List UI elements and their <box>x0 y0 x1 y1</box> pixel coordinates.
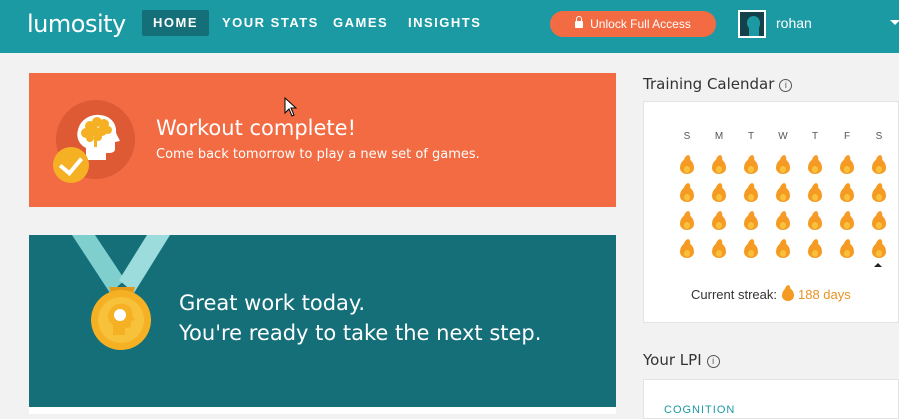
flame-core <box>812 194 818 201</box>
flame-icon[interactable] <box>743 155 759 175</box>
flame-core <box>876 194 882 201</box>
top-navigation-bar: lumosity HOME YOUR STATS GAMES INSIGHTS … <box>0 0 899 53</box>
workout-complete-card: Workout complete! Come back tomorrow to … <box>29 73 616 207</box>
calendar-day-header: T <box>747 131 755 142</box>
flame-icon[interactable] <box>775 239 791 259</box>
flame-icon[interactable] <box>807 239 823 259</box>
flame-icon[interactable] <box>871 239 887 259</box>
flame-icon[interactable] <box>839 155 855 175</box>
checkmark-badge <box>53 147 89 183</box>
calendar-day-header: S <box>875 131 883 142</box>
flame-icon[interactable] <box>839 183 855 203</box>
calendar-day-header: T <box>811 131 819 142</box>
flame-icon[interactable] <box>743 239 759 259</box>
flame-core <box>780 166 786 173</box>
flame-icon[interactable] <box>839 211 855 231</box>
flame-core <box>780 222 786 229</box>
checkmark-icon <box>58 150 84 177</box>
unlock-full-access-button[interactable]: Unlock Full Access <box>550 11 716 37</box>
flame-core <box>812 250 818 257</box>
flame-icon[interactable] <box>679 183 695 203</box>
flame-core <box>812 222 818 229</box>
flame-core <box>716 166 722 173</box>
flame-icon[interactable] <box>711 239 727 259</box>
flame-core <box>684 250 690 257</box>
flame-core <box>844 222 850 229</box>
calendar-day-header: W <box>778 131 788 142</box>
flame-icon[interactable] <box>775 183 791 203</box>
flame-core <box>780 250 786 257</box>
calendar-day-header: F <box>843 131 851 142</box>
flame-core <box>748 222 754 229</box>
flame-core <box>684 166 690 173</box>
great-work-line1: Great work today. <box>179 291 366 315</box>
flame-core <box>716 222 722 229</box>
flame-core <box>748 166 754 173</box>
info-icon[interactable]: i <box>706 355 720 368</box>
avatar-neck-shape <box>749 28 759 36</box>
your-lpi-title: Your LPI <box>643 351 702 369</box>
great-work-line2: You're ready to take the next step. <box>179 321 542 345</box>
streak-flame-icon <box>781 285 795 301</box>
lumosity-logo[interactable]: lumosity <box>27 10 126 38</box>
flame-icon[interactable] <box>775 211 791 231</box>
flame-core <box>812 166 818 173</box>
flame-icon[interactable] <box>743 183 759 203</box>
flame-core <box>684 222 690 229</box>
flame-icon[interactable] <box>807 155 823 175</box>
username[interactable]: rohan <box>776 15 812 31</box>
nav-your-stats[interactable]: YOUR STATS <box>222 10 319 36</box>
flame-core <box>844 166 850 173</box>
your-lpi-heading: Your LPI i <box>643 351 720 369</box>
flame-icon[interactable] <box>711 155 727 175</box>
flame-icon[interactable] <box>871 211 887 231</box>
unlock-label: Unlock Full Access <box>590 17 691 31</box>
cognition-label: COGNITION <box>664 404 736 416</box>
flame-core <box>876 222 882 229</box>
training-calendar-heading: Training Calendar i <box>643 75 793 93</box>
flame-core <box>876 166 882 173</box>
workout-complete-subtitle: Come back tomorrow to play a new set of … <box>156 147 480 162</box>
flame-icon[interactable] <box>775 155 791 175</box>
flame-icon[interactable] <box>679 211 695 231</box>
flame-core <box>748 250 754 257</box>
streak-label: Current streak: <box>691 287 777 302</box>
flame-icon[interactable] <box>711 211 727 231</box>
nav-home[interactable]: HOME <box>142 10 209 36</box>
flame-core <box>748 194 754 201</box>
nav-games[interactable]: GAMES <box>333 10 388 36</box>
flame-icon[interactable] <box>679 239 695 259</box>
user-avatar[interactable] <box>738 10 766 38</box>
flame-core <box>716 250 722 257</box>
workout-complete-title: Workout complete! <box>156 116 357 140</box>
flame-icon[interactable] <box>711 183 727 203</box>
flame-core <box>876 250 882 257</box>
flame-core <box>780 194 786 201</box>
flame-icon[interactable] <box>679 155 695 175</box>
nav-insights[interactable]: INSIGHTS <box>408 10 481 36</box>
lock-icon <box>575 16 584 28</box>
today-indicator-icon <box>874 263 882 267</box>
info-icon[interactable]: i <box>779 79 793 92</box>
flame-icon[interactable] <box>839 239 855 259</box>
training-calendar-title: Training Calendar <box>643 75 775 93</box>
current-streak: Current streak: 188 days <box>691 285 851 302</box>
medal-icon <box>72 235 170 350</box>
flame-core <box>844 194 850 201</box>
calendar-day-header: S <box>683 131 691 142</box>
flame-core <box>684 194 690 201</box>
next-card-edge <box>29 407 616 414</box>
great-work-card: Great work today. You're ready to take t… <box>29 235 616 407</box>
flame-icon[interactable] <box>871 183 887 203</box>
account-dropdown-icon[interactable] <box>890 20 899 25</box>
flame-icon[interactable] <box>743 211 759 231</box>
streak-value: 188 days <box>797 287 851 302</box>
flame-core <box>716 194 722 201</box>
flame-icon[interactable] <box>807 183 823 203</box>
mouse-cursor-icon <box>284 97 298 117</box>
calendar-day-header: M <box>714 131 724 142</box>
flame-core <box>844 250 850 257</box>
flame-icon[interactable] <box>871 155 887 175</box>
flame-icon[interactable] <box>807 211 823 231</box>
